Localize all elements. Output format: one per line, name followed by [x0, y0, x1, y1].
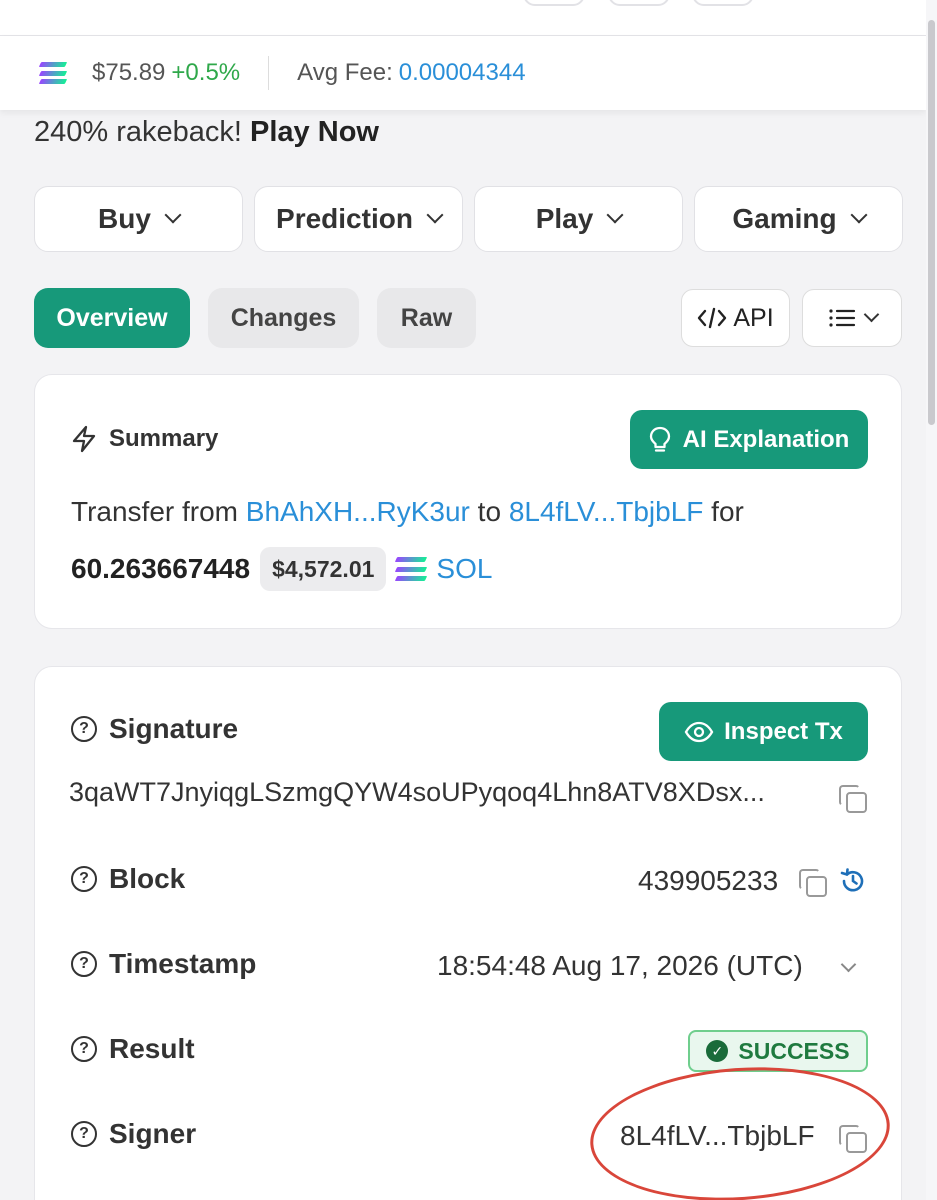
- help-icon[interactable]: ?: [71, 866, 97, 892]
- list-icon: [828, 309, 855, 327]
- menu-buy-label: Buy: [98, 203, 151, 234]
- summary-card: Summary AI Explanation Transfer from BhA…: [34, 374, 902, 629]
- result-status-text: SUCCESS: [738, 1037, 850, 1064]
- menu-gaming-label: Gaming: [732, 203, 837, 234]
- result-label: ? Result: [71, 1033, 195, 1065]
- help-icon[interactable]: ?: [71, 951, 97, 977]
- toolbar-button-stub[interactable]: [523, 0, 585, 6]
- tab-raw[interactable]: Raw: [377, 288, 476, 348]
- block-label: ? Block: [71, 863, 185, 895]
- view-tabs: Overview Changes Raw: [34, 288, 476, 348]
- lightbulb-icon: [649, 426, 670, 452]
- view-options-button[interactable]: [802, 289, 902, 347]
- chevron-down-icon: [164, 206, 182, 224]
- timestamp-value: 18:54:48 Aug 17, 2026 (UTC): [437, 950, 803, 981]
- inspect-tx-label: Inspect Tx: [724, 717, 843, 745]
- menu-gaming-button[interactable]: Gaming: [694, 186, 903, 252]
- summary-heading: Summary: [71, 425, 218, 453]
- promo-cta[interactable]: Play Now: [250, 116, 379, 148]
- tab-overview[interactable]: Overview: [34, 288, 190, 348]
- help-icon[interactable]: ?: [71, 1121, 97, 1147]
- chevron-down-icon: [426, 206, 444, 224]
- summary-amount-line: 60.263667448 $4,572.01 SOL: [71, 547, 492, 591]
- menu-prediction-button[interactable]: Prediction: [254, 186, 463, 252]
- help-icon[interactable]: ?: [71, 1036, 97, 1062]
- check-circle-icon: ✓: [706, 1040, 729, 1062]
- tab-changes[interactable]: Changes: [208, 288, 359, 348]
- avg-fee-value[interactable]: 0.00004344: [399, 59, 526, 87]
- result-status-badge: ✓ SUCCESS: [688, 1030, 868, 1072]
- menu-row: Buy Prediction Play Gaming: [34, 186, 903, 252]
- promo-text: 240% rakeback!: [34, 116, 242, 148]
- menu-play-button[interactable]: Play: [474, 186, 683, 252]
- token-link[interactable]: SOL: [395, 553, 492, 585]
- copy-icon[interactable]: [839, 785, 867, 813]
- to-address-link[interactable]: 8L4fLV...TbjbLF: [509, 496, 704, 527]
- summary-transfer-text: Transfer from BhAhXH...RyK3ur to 8L4fLV.…: [71, 496, 744, 528]
- avg-fee-label: Avg Fee:: [297, 59, 393, 86]
- divider: [268, 56, 270, 90]
- api-button[interactable]: API: [681, 289, 790, 347]
- block-label-text: Block: [109, 863, 186, 894]
- code-icon: [698, 307, 727, 329]
- toolbar-button-stub[interactable]: [608, 0, 670, 6]
- signature-value: 3qaWT7JnyiqgLSzmgQYW4soUPyqoq4Lhn8ATV8XD…: [69, 777, 765, 807]
- lightning-icon: [72, 425, 96, 453]
- ai-explanation-label: AI Explanation: [682, 425, 850, 453]
- signer-label: ? Signer: [71, 1118, 196, 1150]
- summary-for-word: for: [711, 496, 744, 527]
- chevron-down-icon[interactable]: [840, 956, 857, 973]
- timestamp-label: ? Timestamp: [71, 948, 256, 980]
- top-toolbar-strip: [0, 0, 937, 36]
- from-address-link[interactable]: BhAhXH...RyK3ur: [246, 496, 470, 527]
- ai-explanation-button[interactable]: AI Explanation: [630, 410, 868, 469]
- menu-buy-button[interactable]: Buy: [34, 186, 243, 252]
- chevron-down-icon: [863, 306, 879, 322]
- inspect-tx-button[interactable]: Inspect Tx: [659, 702, 868, 761]
- timestamp-label-text: Timestamp: [109, 948, 257, 979]
- menu-play-label: Play: [535, 203, 594, 234]
- summary-heading-label: Summary: [109, 425, 219, 452]
- block-value-link[interactable]: 439905233: [638, 865, 778, 897]
- toolbar-button-stub[interactable]: [692, 0, 754, 6]
- signer-label-text: Signer: [109, 1118, 197, 1149]
- solana-logo-icon: [395, 557, 428, 581]
- signature-label: ? Signature: [71, 713, 238, 745]
- scrollbar-thumb[interactable]: [928, 20, 935, 425]
- menu-prediction-label: Prediction: [276, 203, 413, 234]
- solana-logo-icon: [38, 62, 68, 84]
- summary-prefix: Transfer from: [71, 496, 238, 527]
- summary-to-word: to: [477, 496, 502, 527]
- eye-icon: [684, 721, 714, 742]
- transfer-amount: 60.263667448: [71, 553, 251, 584]
- price-bar: $75.89 +0.5% Avg Fee: 0.00004344: [0, 36, 926, 110]
- sol-price-change: +0.5%: [171, 59, 241, 86]
- token-symbol[interactable]: SOL: [436, 553, 492, 585]
- copy-icon[interactable]: [799, 869, 827, 897]
- chevron-down-icon: [606, 206, 624, 224]
- page-scrollbar[interactable]: [926, 0, 937, 1200]
- usd-value-badge: $4,572.01: [260, 547, 387, 591]
- promo-banner[interactable]: 240% rakeback! Play Now: [34, 116, 379, 149]
- result-label-text: Result: [109, 1033, 195, 1064]
- history-icon[interactable]: [839, 867, 867, 895]
- sol-price: $75.89: [92, 59, 166, 86]
- signature-label-text: Signature: [109, 713, 239, 744]
- chevron-down-icon: [850, 206, 868, 224]
- api-button-label: API: [733, 303, 774, 332]
- help-icon[interactable]: ?: [71, 716, 97, 742]
